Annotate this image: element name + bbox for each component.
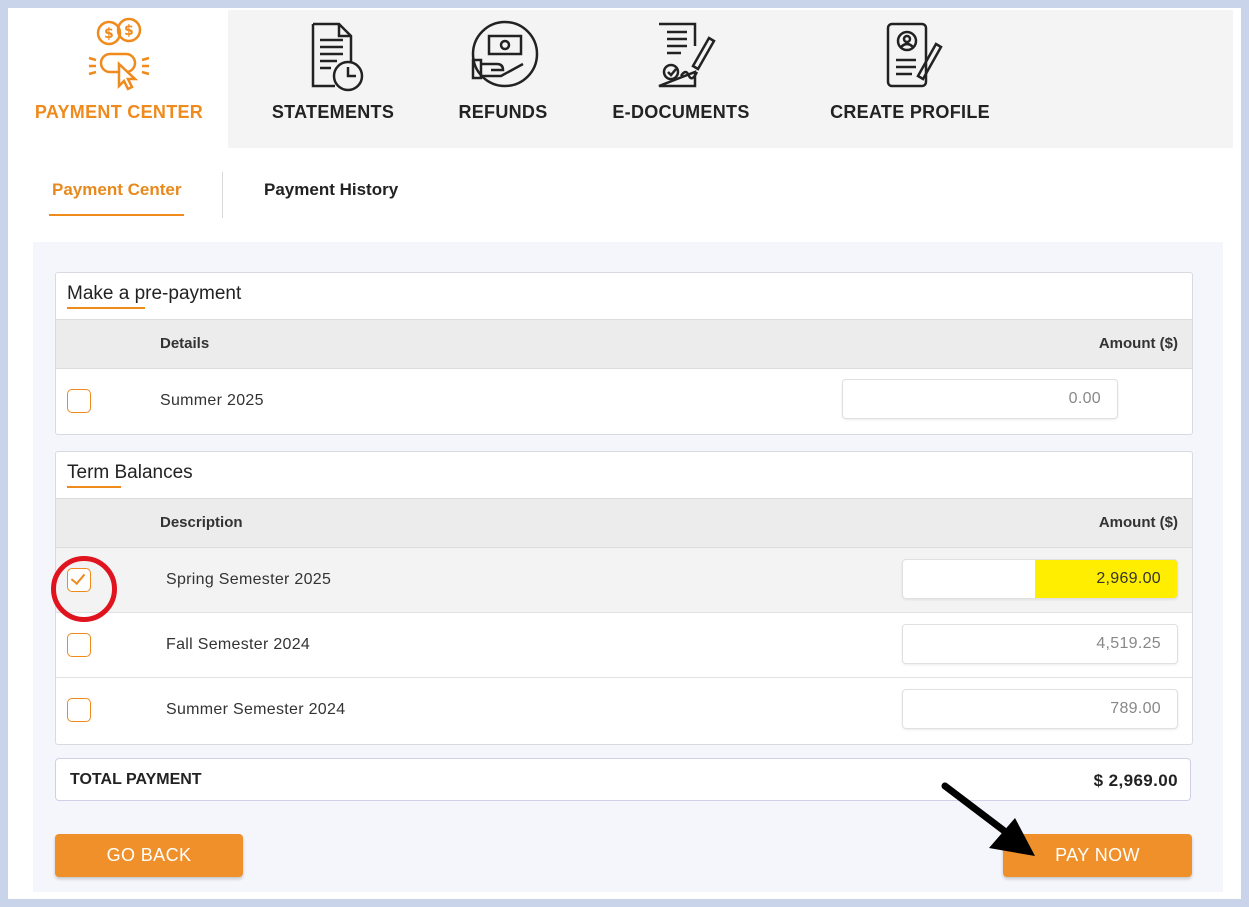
nav-tab-payment-center[interactable]: $ $ PAYMENT CENTER: [10, 10, 228, 148]
table-row: Summer 2025: [56, 369, 1192, 433]
table-header: Details Amount ($): [56, 319, 1192, 369]
col-details: Details: [160, 335, 210, 352]
subtab-payment-history[interactable]: Payment History: [264, 180, 398, 200]
row-label: Spring Semester 2025: [166, 571, 332, 588]
amount-input[interactable]: [902, 689, 1178, 729]
nav-tab-e-documents[interactable]: E-DOCUMENTS: [592, 10, 770, 148]
col-amount: Amount ($): [1098, 335, 1178, 352]
nav-tab-label: E-DOCUMENTS: [612, 102, 750, 122]
subtab-label: Payment Center: [52, 180, 182, 199]
payment-click-icon: $ $: [88, 17, 150, 91]
nav-tab-label: CREATE PROFILE: [830, 102, 990, 122]
subtab-payment-center[interactable]: Payment Center: [49, 180, 185, 216]
total-value: $ 2,969.00: [1093, 771, 1178, 790]
table-row: Fall Semester 2024: [56, 613, 1192, 678]
row-label: Summer Semester 2024: [166, 701, 346, 718]
subtab-label: Payment History: [264, 180, 399, 199]
row-label: Summer 2025: [160, 392, 264, 409]
svg-text:$: $: [124, 23, 134, 39]
row-label: Fall Semester 2024: [166, 636, 311, 653]
statement-clock-icon: [311, 22, 364, 92]
nav-tab-statements[interactable]: STATEMENTS: [258, 10, 408, 148]
annotation-circle: [51, 556, 117, 622]
amount-input[interactable]: [902, 624, 1178, 664]
prepayment-card: Make a pre-payment Details Amount ($) Su…: [55, 272, 1193, 435]
col-description: Description: [160, 514, 243, 531]
row-checkbox[interactable]: [67, 633, 91, 657]
amount-input[interactable]: [842, 379, 1118, 419]
refund-hand-icon: [471, 20, 539, 88]
nav-tab-refunds[interactable]: REFUNDS: [440, 10, 566, 148]
row-checkbox[interactable]: [67, 389, 91, 413]
table-header: Description Amount ($): [56, 498, 1192, 548]
annotation-arrow-icon: [941, 782, 1035, 856]
term-balances-card: Term Balances Description Amount ($) Spr…: [55, 451, 1193, 745]
row-checkbox[interactable]: [67, 698, 91, 722]
active-underline: [49, 214, 185, 216]
title-underline: [67, 486, 121, 488]
table-row: Summer Semester 2024: [56, 678, 1192, 742]
nav-tab-label: STATEMENTS: [271, 102, 395, 122]
card-title-text: Make a pre-payment: [67, 283, 242, 304]
table-row: Spring Semester 2025: [56, 548, 1192, 613]
nav-tab-create-profile[interactable]: CREATE PROFILE: [810, 10, 1010, 148]
svg-text:$: $: [104, 26, 114, 42]
col-amount: Amount ($): [1098, 514, 1178, 531]
total-label: TOTAL PAYMENT: [70, 771, 202, 788]
go-back-button[interactable]: GO BACK: [55, 834, 243, 877]
nav-tab-label: PAYMENT CENTER: [34, 102, 204, 122]
card-title: Term Balances: [67, 462, 193, 488]
e-document-sign-icon: [658, 22, 716, 88]
subtab-divider: [222, 172, 223, 218]
amount-input[interactable]: [902, 559, 1178, 599]
title-underline: [67, 307, 145, 309]
nav-tab-label: REFUNDS: [458, 102, 548, 122]
card-title: Make a pre-payment: [67, 283, 242, 309]
card-title-text: Term Balances: [67, 462, 193, 483]
profile-edit-icon: [886, 22, 943, 88]
top-nav: $ $ PAYMENT CENTER STATEMENTS REFUNDS E-…: [10, 10, 1233, 148]
